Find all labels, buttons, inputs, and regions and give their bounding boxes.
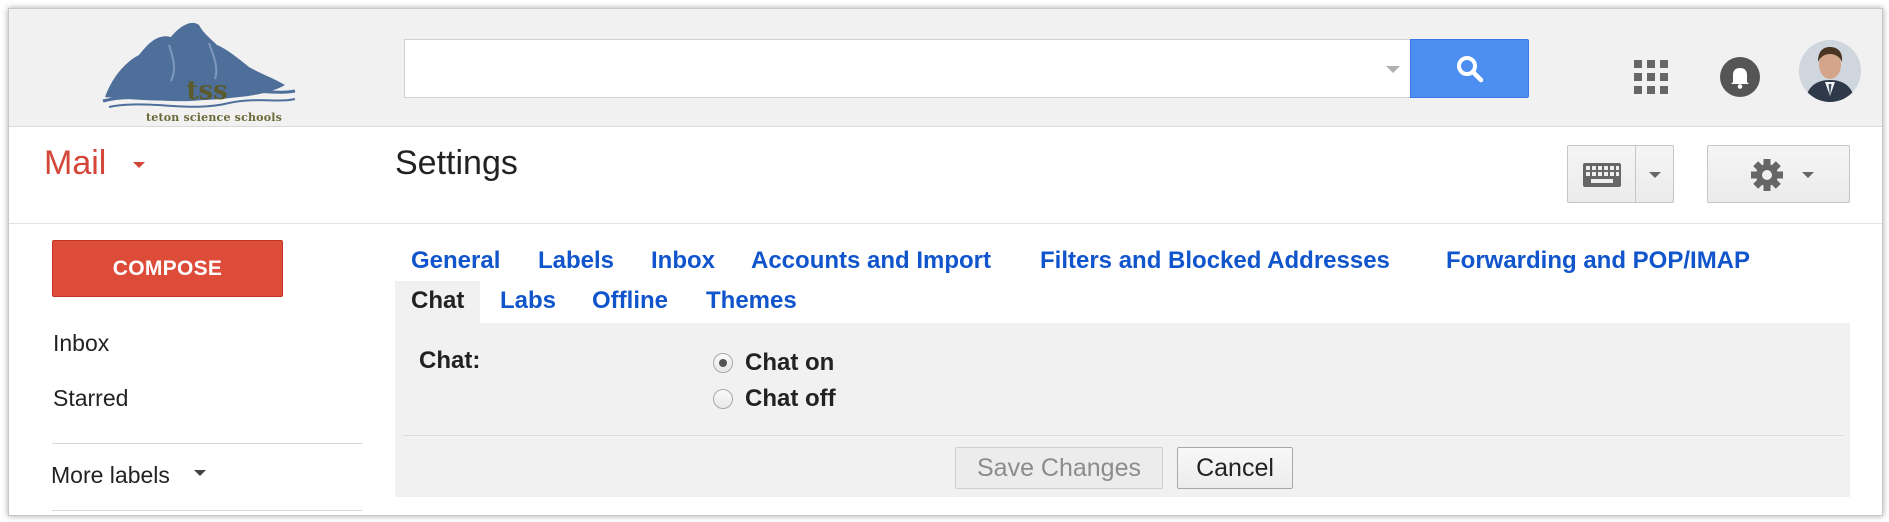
chat-off-radio[interactable]: [713, 389, 733, 409]
cancel-button[interactable]: Cancel: [1177, 447, 1293, 489]
profile-photo: [1799, 40, 1861, 102]
tab-themes[interactable]: Themes: [706, 287, 797, 315]
chat-settings-panel: Chat: Chat on Chat off Save Changes Canc…: [395, 323, 1850, 497]
tab-chat[interactable]: Chat: [395, 281, 481, 323]
tab-offline[interactable]: Offline: [592, 287, 668, 315]
chat-on-option[interactable]: Chat on: [713, 349, 834, 377]
tab-filters-and-blocked-addresses[interactable]: Filters and Blocked Addresses: [1040, 247, 1390, 275]
apps-grid-icon[interactable]: [1634, 60, 1668, 94]
settings-button[interactable]: [1707, 145, 1850, 203]
tab-labels[interactable]: Labels: [538, 247, 614, 275]
mail-menu-caret-icon[interactable]: [133, 162, 145, 168]
bell-icon[interactable]: [1720, 57, 1760, 97]
button-divider: [1635, 146, 1636, 202]
logo-subtitle: teton science schools: [145, 111, 283, 124]
chevron-down-icon[interactable]: [1802, 172, 1814, 178]
sidebar-divider: [52, 443, 362, 444]
search-icon: [1456, 55, 1483, 82]
tab-labs[interactable]: Labs: [500, 287, 556, 315]
search-button[interactable]: [1410, 39, 1529, 98]
chat-off-option[interactable]: Chat off: [713, 385, 836, 413]
sidebar-item-starred[interactable]: Starred: [53, 385, 128, 412]
gear-icon: [1751, 159, 1783, 191]
input-tools-button[interactable]: [1567, 145, 1674, 203]
tab-accounts-and-import[interactable]: Accounts and Import: [751, 247, 991, 275]
search-input[interactable]: [415, 48, 1359, 90]
search-box[interactable]: [404, 39, 1410, 98]
chat-on-label[interactable]: Chat on: [745, 349, 834, 377]
sidebar-divider: [52, 510, 362, 511]
logo-lettering: tss: [186, 76, 227, 106]
panel-divider: [403, 435, 1843, 436]
save-changes-button[interactable]: Save Changes: [955, 447, 1163, 489]
tab-general[interactable]: General: [411, 247, 500, 275]
keyboard-icon: [1583, 163, 1621, 187]
compose-button[interactable]: COMPOSE: [52, 240, 283, 297]
tab-inbox[interactable]: Inbox: [651, 247, 715, 275]
chevron-down-icon[interactable]: [194, 470, 206, 476]
tss-logo[interactable]: tss teton science schools: [99, 15, 299, 133]
page-title: Settings: [395, 144, 518, 182]
chevron-down-icon[interactable]: [1649, 172, 1661, 178]
chat-on-radio[interactable]: [713, 353, 733, 373]
chat-off-label[interactable]: Chat off: [745, 385, 836, 413]
more-labels-button[interactable]: More labels: [51, 462, 170, 489]
chat-field-label: Chat:: [419, 347, 481, 374]
avatar[interactable]: [1799, 40, 1861, 102]
mountain-logo-icon: tss: [102, 22, 296, 108]
top-bar: tss teton science schools: [9, 9, 1882, 127]
sidebar-item-inbox[interactable]: Inbox: [53, 330, 109, 357]
search-options-caret-icon[interactable]: [1386, 66, 1400, 73]
mail-menu[interactable]: Mail: [44, 144, 106, 183]
tab-forwarding-and-pop-imap[interactable]: Forwarding and POP/IMAP: [1446, 247, 1750, 275]
